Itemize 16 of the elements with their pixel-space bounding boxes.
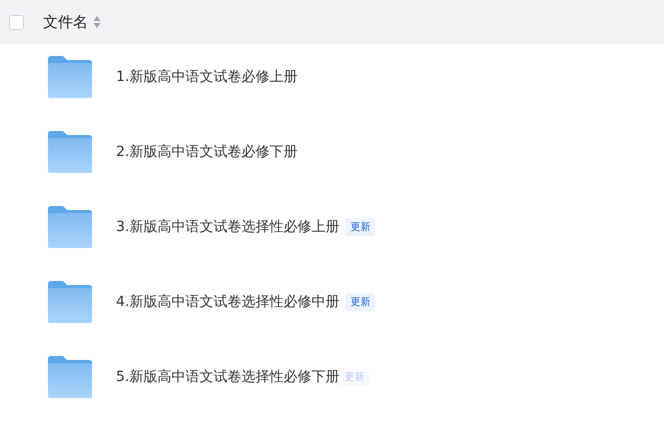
update-tag: 更新 <box>345 292 376 310</box>
file-name[interactable]: 2.新版高中语文试卷必修下册 <box>116 142 298 160</box>
update-tag: 更新 <box>339 368 370 386</box>
folder-icon[interactable] <box>47 206 93 248</box>
folder-icon[interactable] <box>47 56 93 98</box>
file-name[interactable]: 1.新版高中语文试卷必修上册 <box>116 68 298 86</box>
folder-icon[interactable] <box>47 280 93 322</box>
file-name[interactable]: 3.新版高中语文试卷选择性必修上册 <box>116 218 340 236</box>
sort-icon[interactable] <box>93 15 101 29</box>
file-name[interactable]: 4.新版高中语文试卷选择性必修中册 <box>116 292 340 310</box>
update-tag: 更新 <box>345 218 376 236</box>
file-name[interactable]: 5.新版高中语文试卷选择性必修下册 <box>116 368 340 386</box>
column-header[interactable]: 文件名 <box>43 12 88 32</box>
select-all-checkbox[interactable] <box>9 14 24 30</box>
folder-icon[interactable] <box>47 356 93 398</box>
folder-icon[interactable] <box>47 130 93 172</box>
